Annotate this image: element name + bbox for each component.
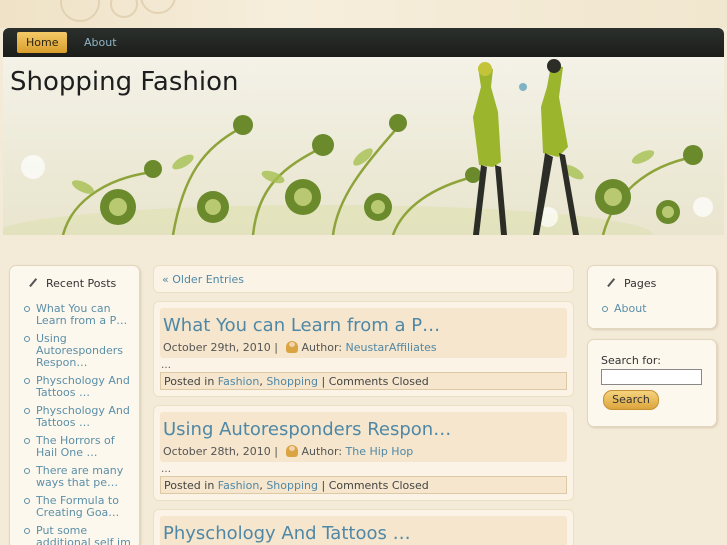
post-excerpt: … (161, 360, 171, 371)
post-card: Using Autoresponders Respon… October 28t… (153, 405, 574, 501)
swirl-ornament (60, 0, 100, 22)
pages-widget: Pages About (587, 265, 717, 329)
recent-post-label: Using Autoresponders Respon… (36, 332, 124, 369)
swirl-ornament (140, 0, 176, 14)
pages-title: Pages (624, 277, 657, 290)
post-title-link[interactable]: Using Autoresponders Respon… (163, 419, 451, 440)
bullet-icon (24, 408, 30, 414)
post-title-link[interactable]: What You can Learn from a P… (163, 315, 440, 336)
post-card: Physchology And Tattoos … (153, 509, 574, 545)
top-decoration (0, 0, 727, 28)
recent-post-link[interactable]: The Formula to Creating Goa… (23, 495, 133, 519)
page-link-about[interactable]: About (601, 303, 710, 315)
pages-list: About (601, 303, 710, 315)
post-card: What You can Learn from a P… October 29t… (153, 301, 574, 397)
bullet-icon (24, 378, 30, 384)
search-label: Search for: (601, 354, 661, 367)
recent-posts-heading: Recent Posts (10, 274, 139, 294)
category-link-fashion[interactable]: Fashion (218, 479, 260, 492)
category-link-shopping[interactable]: Shopping (266, 479, 318, 492)
post-footer: Posted in Fashion, Shopping | Comments C… (160, 476, 567, 494)
pencil-icon (29, 278, 44, 293)
recent-post-label: What You can Learn from a P… (36, 302, 128, 327)
bullet-icon (24, 468, 30, 474)
older-entries-link[interactable]: « Older Entries (162, 273, 244, 286)
bullet-icon (602, 306, 608, 312)
post-excerpt: … (161, 464, 171, 475)
pagination-bar: « Older Entries (153, 265, 574, 293)
recent-post-link[interactable]: Physchology And Tattoos … (23, 375, 133, 399)
search-widget: Search for: Search (587, 339, 717, 427)
author-label: Author: (301, 341, 343, 354)
recent-post-link[interactable]: There are many ways that pe… (23, 465, 133, 489)
post-meta: October 28th, 2010 | Author: The Hip Hop (163, 445, 414, 458)
post-date: October 28th, 2010 (163, 445, 271, 458)
category-link-shopping[interactable]: Shopping (266, 375, 318, 388)
bullet-icon (24, 528, 30, 534)
author-icon (285, 445, 298, 457)
recent-post-link[interactable]: The Horrors of Hail One … (23, 435, 133, 459)
recent-post-label: There are many ways that pe… (36, 464, 124, 489)
search-button[interactable]: Search (603, 390, 659, 410)
page-label: About (614, 302, 647, 315)
bullet-icon (24, 498, 30, 504)
recent-post-label: The Formula to Creating Goa… (36, 494, 120, 519)
category-link-fashion[interactable]: Fashion (218, 375, 260, 388)
recent-post-link[interactable]: Using Autoresponders Respon… (23, 333, 133, 369)
author-link[interactable]: The Hip Hop (346, 445, 414, 458)
recent-post-link[interactable]: What You can Learn from a P… (23, 303, 133, 327)
recent-post-label: Physchology And Tattoos … (36, 404, 130, 429)
bullet-icon (24, 336, 30, 342)
recent-posts-title: Recent Posts (46, 277, 117, 290)
recent-post-label: Put some additional self im … (36, 524, 131, 545)
pencil-icon (607, 278, 622, 293)
recent-post-link[interactable]: Put some additional self im … (23, 525, 133, 545)
nav-home[interactable]: Home (17, 32, 68, 53)
bullet-icon (24, 438, 30, 444)
recent-posts-widget: Recent Posts What You can Learn from a P… (9, 265, 140, 545)
comments-status: Comments Closed (328, 479, 429, 492)
post-meta: October 29th, 2010 | Author: NeustarAffi… (163, 341, 437, 354)
author-label: Author: (301, 445, 343, 458)
recent-post-label: The Horrors of Hail One … (36, 434, 115, 459)
post-title-link[interactable]: Physchology And Tattoos … (163, 523, 411, 544)
search-input[interactable] (601, 369, 702, 385)
posted-in-label: Posted in (164, 479, 215, 492)
post-date: October 29th, 2010 (163, 341, 271, 354)
bullet-icon (24, 306, 30, 312)
site-title[interactable]: Shopping Fashion (10, 67, 239, 97)
site-header: Shopping Fashion (3, 57, 724, 235)
comments-status: Comments Closed (328, 375, 429, 388)
post-footer: Posted in Fashion, Shopping | Comments C… (160, 372, 567, 390)
recent-post-link[interactable]: Physchology And Tattoos … (23, 405, 133, 429)
recent-post-label: Physchology And Tattoos … (36, 374, 130, 399)
posted-in-label: Posted in (164, 375, 215, 388)
swirl-ornament (110, 0, 138, 18)
author-icon (285, 341, 298, 353)
pages-heading: Pages (588, 274, 716, 294)
nav-about[interactable]: About (75, 32, 126, 53)
recent-posts-list: What You can Learn from a P… Using Autor… (23, 303, 133, 545)
author-link[interactable]: NeustarAffiliates (346, 341, 437, 354)
top-navigation: Home About (3, 28, 724, 57)
